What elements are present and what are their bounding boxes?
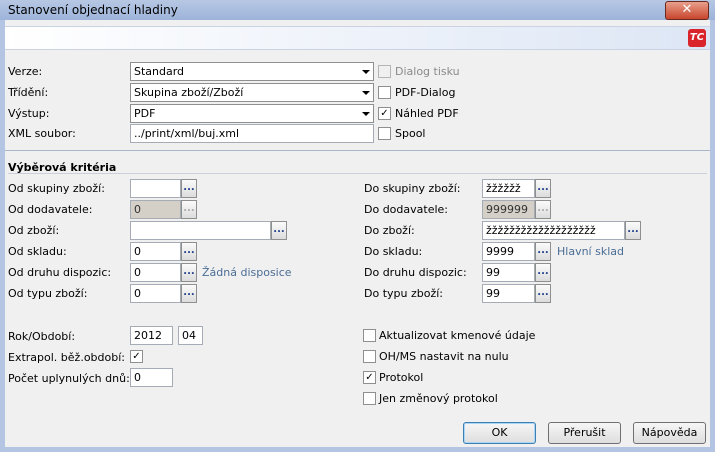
protokol-label: Protokol: [379, 371, 424, 384]
nahled-pdf-checkbox[interactable]: ✓: [378, 107, 391, 120]
xml-label: XML soubor:: [8, 127, 76, 140]
ohms-checkbox[interactable]: [363, 350, 376, 363]
window-frame-bottom: [0, 447, 715, 452]
vystup-value: PDF: [134, 107, 156, 120]
do-skladu-browse-button[interactable]: ...: [535, 242, 551, 261]
do-zbozi-label: Do zboží:: [364, 224, 415, 237]
od-dodavatele-browse-button[interactable]: ...: [181, 200, 197, 219]
dialog-tisku-label: Dialog tisku: [395, 65, 460, 78]
od-druhu-browse-button[interactable]: ...: [181, 263, 197, 282]
pdf-dialog-label: PDF-Dialog: [395, 86, 456, 99]
separator: [5, 150, 710, 151]
separator: [8, 173, 707, 174]
od-skladu-browse-button[interactable]: ...: [181, 242, 197, 261]
extrapol-label: Extrapol. běž.období:: [8, 351, 125, 364]
od-druhu-input[interactable]: 0: [130, 263, 181, 282]
chevron-down-icon: [362, 91, 370, 95]
do-zbozi-input[interactable]: žžžžžžžžžžžžžžžžžžž: [482, 221, 625, 240]
aktualizovat-checkbox[interactable]: [363, 329, 376, 342]
od-skupiny-input[interactable]: [130, 179, 181, 198]
trideni-select[interactable]: Skupina zboží/Zboží: [130, 83, 374, 102]
header-banner: TC: [5, 26, 710, 50]
od-dodavatele-label: Od dodavatele:: [8, 203, 93, 216]
verze-label: Verze:: [8, 65, 43, 78]
do-dodavatele-browse-button[interactable]: ...: [535, 200, 551, 219]
do-typu-browse-button[interactable]: ...: [535, 284, 551, 303]
ok-button[interactable]: OK: [463, 422, 536, 444]
od-skladu-input[interactable]: 0: [130, 242, 181, 261]
protokol-checkbox[interactable]: ✓: [363, 371, 376, 384]
extrapol-checkbox[interactable]: ✓: [130, 350, 143, 363]
trideni-label: Třídění:: [8, 86, 49, 99]
do-druhu-label: Do druhu dispozic:: [364, 266, 467, 279]
do-zbozi-browse-button[interactable]: ...: [625, 221, 641, 240]
chevron-down-icon: [362, 112, 370, 116]
rok-input[interactable]: 2012: [130, 326, 173, 345]
chevron-down-icon: [362, 70, 370, 74]
ohms-label: OH/MS nastavit na nulu: [379, 350, 509, 363]
do-dodavatele-label: Do dodavatele:: [364, 203, 448, 216]
pocet-input[interactable]: 0: [130, 368, 173, 387]
od-typu-label: Od typu zboží:: [8, 287, 88, 300]
do-skupiny-input[interactable]: žžžžžž: [482, 179, 535, 198]
prerusit-button[interactable]: Přerušit: [548, 422, 621, 444]
aktualizovat-label: Aktualizovat kmenové údaje: [379, 329, 536, 342]
verze-value: Standard: [134, 65, 185, 78]
od-skladu-label: Od skladu:: [8, 245, 67, 258]
pocet-label: Počet uplynulých dnů:: [8, 372, 130, 385]
vystup-label: Výstup:: [8, 107, 50, 120]
zmenovy-checkbox[interactable]: [363, 392, 376, 405]
spool-label: Spool: [395, 127, 426, 140]
od-zbozi-input[interactable]: [130, 221, 271, 240]
zmenovy-label: Jen změnový protokol: [379, 392, 498, 405]
pdf-dialog-checkbox[interactable]: [378, 86, 391, 99]
do-druhu-input[interactable]: 99: [482, 263, 535, 282]
close-button[interactable]: ✕: [665, 1, 709, 20]
od-druhu-label: Od druhu dispozic:: [8, 266, 112, 279]
do-druhu-browse-button[interactable]: ...: [535, 263, 551, 282]
do-skupiny-label: Do skupiny zboží:: [364, 182, 461, 195]
title-bar: Stanovení objednací hladiny ✕: [0, 0, 715, 20]
window-title: Stanovení objednací hladiny: [8, 3, 178, 17]
od-typu-browse-button[interactable]: ...: [181, 284, 197, 303]
trideni-value: Skupina zboží/Zboží: [134, 86, 244, 99]
verze-select[interactable]: Standard: [130, 62, 374, 81]
do-skladu-info: Hlavní sklad: [557, 245, 624, 258]
do-typu-label: Do typu zboží:: [364, 287, 443, 300]
do-dodavatele-input[interactable]: 999999: [482, 200, 535, 219]
od-typu-input[interactable]: 0: [130, 284, 181, 303]
do-skladu-input[interactable]: 9999: [482, 242, 535, 261]
spool-checkbox[interactable]: [378, 127, 391, 140]
od-druhu-info: Žádná disposice: [202, 266, 292, 279]
nahled-pdf-label: Náhled PDF: [395, 107, 459, 120]
xml-input[interactable]: ../print/xml/buj.xml: [130, 124, 374, 143]
app-logo-icon: TC: [688, 29, 706, 47]
do-typu-input[interactable]: 99: [482, 284, 535, 303]
od-zbozi-browse-button[interactable]: ...: [271, 221, 287, 240]
dialog-body: TC Verze: Standard Dialog tisku Třídění:…: [5, 20, 710, 447]
do-skladu-label: Do skladu:: [364, 245, 423, 258]
od-skupiny-browse-button[interactable]: ...: [181, 179, 197, 198]
dialog-tisku-checkbox[interactable]: [378, 65, 391, 78]
rok-label: Rok/Období:: [8, 330, 76, 343]
od-dodavatele-input[interactable]: 0: [130, 200, 181, 219]
window-frame-right: [710, 20, 715, 452]
obdobi-input[interactable]: 04: [178, 326, 203, 345]
od-skupiny-label: Od skupiny zboží:: [8, 182, 105, 195]
od-zbozi-label: Od zboží:: [8, 224, 60, 237]
do-skupiny-browse-button[interactable]: ...: [535, 179, 551, 198]
vystup-select[interactable]: PDF: [130, 104, 374, 123]
napoveda-button[interactable]: Nápověda: [633, 422, 706, 444]
